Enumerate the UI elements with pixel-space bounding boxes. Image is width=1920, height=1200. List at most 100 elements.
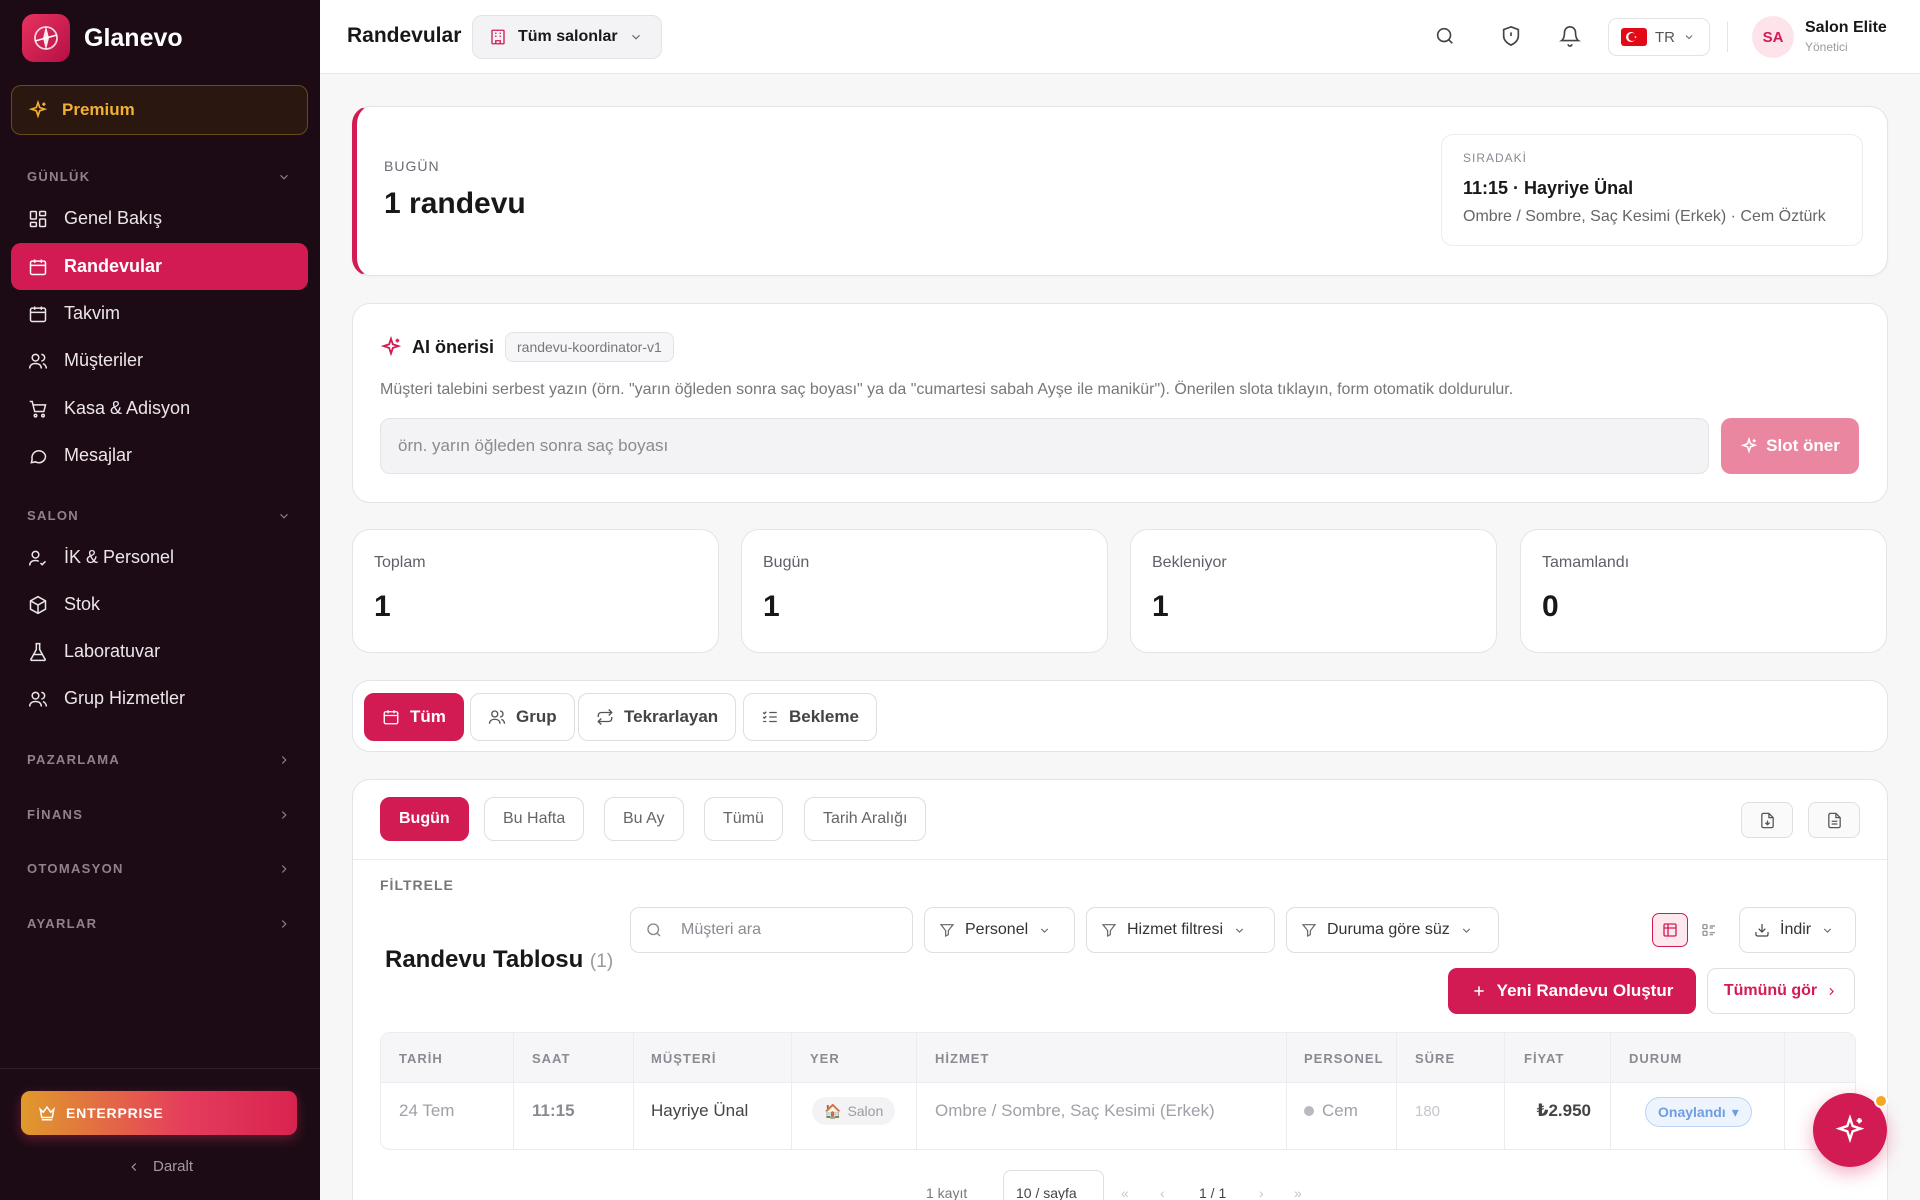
- brand[interactable]: Glanevo: [22, 14, 183, 62]
- ai-title: AI önerisi: [412, 337, 495, 357]
- table-view-toggle[interactable]: [1652, 913, 1688, 947]
- sidebar-item-ik-personel[interactable]: İK & Personel: [11, 534, 308, 581]
- export-excel-button[interactable]: [1808, 802, 1860, 838]
- tab-label: Grup: [516, 707, 557, 726]
- tab-group[interactable]: Grup: [470, 693, 575, 741]
- stat-value: 0: [1542, 590, 1559, 623]
- home-icon: 🏠: [824, 1102, 842, 1119]
- sidebar-item-randevular[interactable]: Randevular: [11, 243, 308, 290]
- chevron-down-icon: [1235, 927, 1244, 933]
- next-appointment[interactable]: SIRADAKİ 11:15 · Hayriye Ünal Ombre / So…: [1441, 134, 1863, 246]
- section-otomasyon[interactable]: OTOMASYON: [27, 861, 291, 876]
- chevron-down-icon: [631, 34, 640, 40]
- page-size-select[interactable]: 10 / sayfa: [1003, 1170, 1104, 1200]
- sidebar-item-label: İK & Personel: [64, 547, 175, 567]
- prev-page-button[interactable]: ‹: [1160, 1185, 1165, 1200]
- enterprise-button[interactable]: ENTERPRISE: [21, 1091, 297, 1135]
- sidebar-item-genel-bakis[interactable]: Genel Bakış: [11, 195, 308, 242]
- list-view-toggle[interactable]: [1691, 913, 1727, 947]
- turkey-flag-icon: [1621, 28, 1647, 46]
- stat-value: 1: [763, 590, 780, 623]
- enterprise-label: ENTERPRISE: [66, 1105, 164, 1121]
- period-this-month[interactable]: Bu Ay: [604, 797, 684, 841]
- staff-dot-icon: [1304, 1106, 1314, 1116]
- new-appointment-label: Yeni Randevu Oluştur: [1496, 981, 1674, 1000]
- search-button[interactable]: [1434, 25, 1456, 47]
- period-this-week[interactable]: Bu Hafta: [484, 797, 585, 841]
- export-pdf-button[interactable]: [1741, 802, 1793, 838]
- customer-search-input[interactable]: Müşteri ara: [630, 907, 913, 953]
- tab-label: Bekleme: [789, 707, 859, 726]
- column-header-date[interactable]: TARİH: [399, 1051, 443, 1066]
- sidebar-item-takvim[interactable]: Takvim: [11, 290, 308, 337]
- section-ayarlar[interactable]: AYARLAR: [27, 916, 291, 931]
- place-label: Salon: [847, 1103, 884, 1119]
- column-header-place[interactable]: YER: [810, 1051, 840, 1066]
- column-header-duration[interactable]: SÜRE: [1415, 1051, 1455, 1066]
- suggest-slot-label: Slot öner: [1766, 436, 1840, 455]
- period-date-range[interactable]: Tarih Aralığı: [804, 797, 927, 841]
- sidebar-item-label: Genel Bakış: [64, 208, 163, 228]
- column-divider: [1610, 1033, 1611, 1149]
- salon-select[interactable]: Tüm salonlar: [472, 15, 662, 59]
- column-header-status[interactable]: DURUM: [1629, 1051, 1682, 1066]
- avatar[interactable]: SA: [1752, 16, 1794, 58]
- sidebar-item-grup-hizmetler[interactable]: Grup Hizmetler: [11, 675, 308, 722]
- ai-suggestion-card: AI önerisi randevu-koordinator-v1 Müşter…: [352, 303, 1888, 503]
- premium-button[interactable]: Premium: [11, 85, 308, 135]
- chevron-down-icon: [1685, 35, 1693, 40]
- sparkles-icon: [1835, 1114, 1865, 1144]
- tab-waitlist[interactable]: Bekleme: [743, 693, 877, 741]
- last-page-button[interactable]: »: [1294, 1185, 1302, 1200]
- section-salon[interactable]: SALON: [27, 508, 291, 523]
- first-page-button[interactable]: «: [1121, 1185, 1129, 1200]
- filter-label: FİLTRELE: [380, 877, 454, 893]
- staff-filter[interactable]: Personel: [924, 907, 1075, 953]
- section-label: SALON: [27, 508, 79, 523]
- view-all-button[interactable]: Tümünü gör: [1707, 968, 1855, 1014]
- salon-select-value: Tüm salonlar: [518, 28, 618, 45]
- column-header-staff[interactable]: PERSONEL: [1304, 1051, 1384, 1066]
- collapse-sidebar-button[interactable]: Daralt: [0, 1158, 320, 1175]
- section-finans[interactable]: FİNANS: [27, 807, 291, 822]
- download-button[interactable]: İndir: [1739, 907, 1856, 953]
- cell-service: Ombre / Sombre, Saç Kesimi (Erkek): [935, 1101, 1215, 1120]
- security-button[interactable]: [1500, 25, 1522, 47]
- cell-customer: Hayriye Ünal: [651, 1101, 749, 1120]
- notifications-button[interactable]: [1559, 25, 1581, 47]
- section-pazarlama[interactable]: PAZARLAMA: [27, 752, 291, 767]
- column-header-price[interactable]: FİYAT: [1524, 1051, 1564, 1066]
- chevron-right-icon: [1829, 987, 1835, 995]
- cell-duration: 180: [1415, 1103, 1441, 1120]
- sidebar-item-musteriler[interactable]: Müşteriler: [11, 337, 308, 384]
- ai-request-input[interactable]: örn. yarın öğleden sonra saç boyası: [380, 418, 1709, 474]
- new-appointment-button[interactable]: Yeni Randevu Oluştur: [1448, 968, 1696, 1014]
- filter-icon: [1301, 924, 1317, 937]
- sidebar-divider: [0, 1068, 320, 1069]
- appointments-panel: Bugün Bu Hafta Bu Ay Tümü Tarih Aralığı …: [352, 779, 1888, 1200]
- sidebar-item-stok[interactable]: Stok: [11, 581, 308, 628]
- tab-recurring[interactable]: Tekrarlayan: [578, 693, 737, 741]
- column-divider: [1784, 1033, 1785, 1149]
- file-text-icon: [1827, 812, 1841, 828]
- user-name[interactable]: Salon Elite: [1805, 19, 1887, 37]
- tab-all[interactable]: Tüm: [364, 693, 464, 741]
- user-role: Yönetici: [1805, 40, 1848, 54]
- language-select[interactable]: TR: [1608, 18, 1710, 56]
- period-today[interactable]: Bugün: [380, 797, 469, 841]
- suggest-slot-button[interactable]: Slot öner: [1721, 418, 1859, 474]
- section-gunluk[interactable]: GÜNLÜK: [27, 169, 291, 184]
- column-header-time[interactable]: SAAT: [532, 1051, 570, 1066]
- sidebar-item-mesajlar[interactable]: Mesajlar: [11, 432, 308, 479]
- premium-label: Premium: [62, 100, 135, 119]
- dashboard-icon: [29, 210, 47, 227]
- sidebar-item-laboratuvar[interactable]: Laboratuvar: [11, 628, 308, 675]
- sidebar-item-kasa[interactable]: Kasa & Adisyon: [11, 385, 308, 432]
- next-page-button[interactable]: ›: [1259, 1185, 1264, 1200]
- status-badge[interactable]: Onaylandı ▾: [1645, 1097, 1752, 1127]
- column-header-customer[interactable]: MÜŞTERİ: [651, 1051, 717, 1066]
- period-all[interactable]: Tümü: [704, 797, 783, 841]
- service-filter[interactable]: Hizmet filtresi: [1086, 907, 1275, 953]
- status-filter[interactable]: Duruma göre süz: [1286, 907, 1499, 953]
- column-header-service[interactable]: HİZMET: [935, 1051, 989, 1066]
